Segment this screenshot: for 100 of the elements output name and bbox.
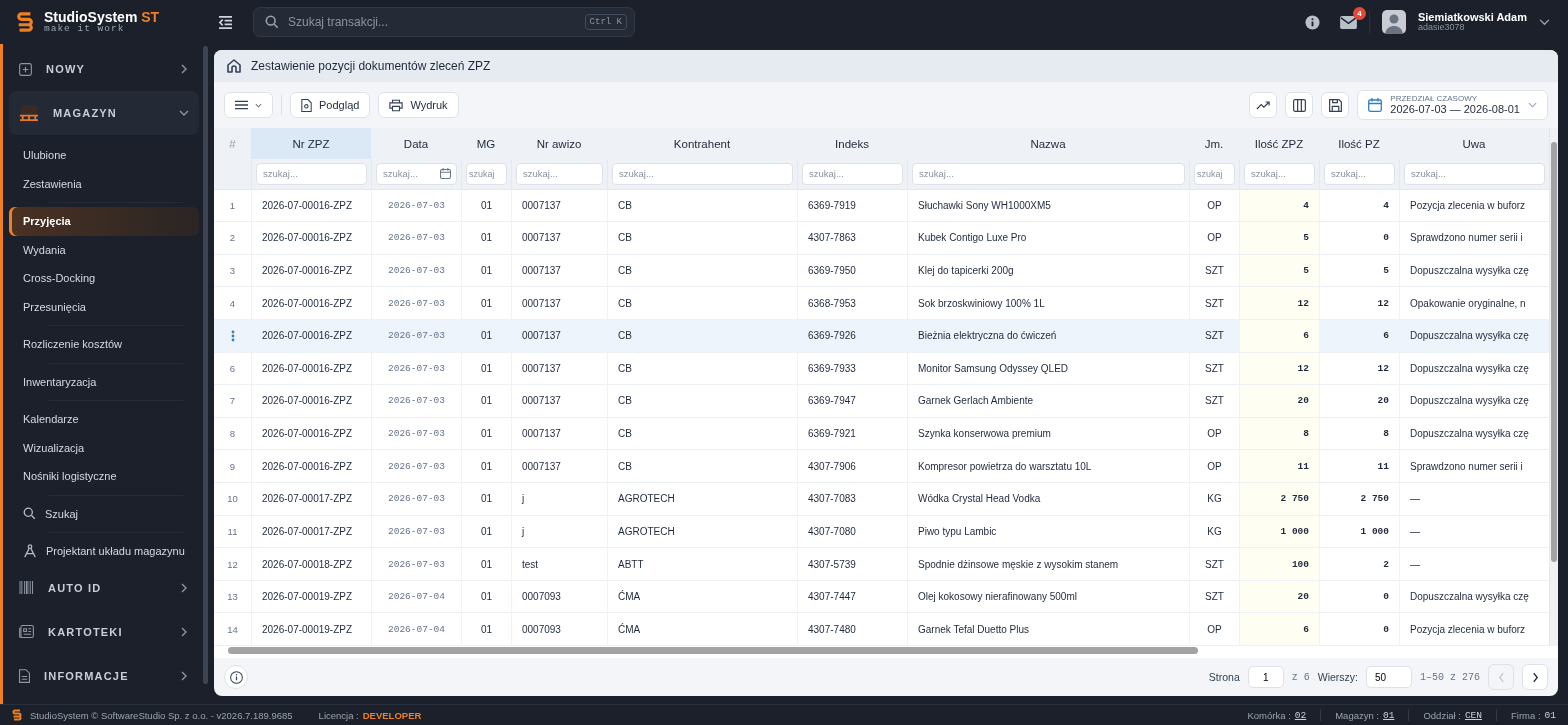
table-cell: 6369-7921 — [808, 428, 856, 440]
filter-field[interactable]: szukaj... — [256, 162, 367, 185]
table-cell: 2026-07-03 — [388, 330, 445, 342]
sidebar-scrollbar[interactable] — [203, 46, 208, 684]
sidebar-group[interactable]: INFORMACJE — [9, 653, 199, 698]
column-header[interactable]: Ilość ZPZ — [1239, 128, 1319, 160]
chevron-down-icon[interactable] — [1539, 18, 1550, 26]
filter-field[interactable]: szukaj... — [1324, 162, 1395, 185]
calendar-icon — [440, 167, 451, 179]
sidebar-item[interactable]: Przesunięcia — [9, 292, 199, 321]
table-cell: 6368-7953 — [808, 297, 856, 309]
status-value[interactable]: 01 — [1544, 709, 1556, 721]
column-header[interactable]: Nr awizo — [511, 128, 607, 160]
status-value[interactable]: 01 — [1383, 709, 1395, 721]
table-cell: Piwo typu Lambic — [918, 525, 997, 537]
table-cell: CB — [618, 362, 632, 374]
info-button[interactable] — [224, 665, 248, 689]
table-cell: 2026-07-04 — [388, 623, 445, 635]
page-field[interactable]: 1 — [1247, 666, 1284, 688]
row-number: 11 — [227, 525, 238, 537]
row-number: 10 — [227, 493, 238, 505]
sidebar-item[interactable]: Ulubione — [9, 141, 199, 170]
column-header[interactable]: Kontrahent — [607, 128, 797, 160]
table-cell: CB — [618, 460, 632, 472]
sidebar-item[interactable]: Nośniki logistyczne — [9, 462, 199, 491]
date-range-picker[interactable]: PRZEDZIAŁ CZASOWY 2026-07-03 — 2026-08-01 — [1357, 90, 1548, 120]
sidebar-group[interactable]: AUTO ID — [9, 565, 199, 610]
table-cell: 2026-07-00019-ZPZ — [262, 591, 353, 603]
table-cell: 1 000 — [1280, 525, 1309, 537]
table-cell: 1 000 — [1360, 525, 1389, 537]
status-value[interactable]: CEN — [1464, 709, 1483, 721]
row-number-header: # — [228, 136, 237, 152]
print-button[interactable]: Wydruk — [378, 92, 459, 118]
sidebar-group[interactable]: NOWY — [9, 47, 199, 91]
sidebar-item[interactable]: Wizualizacja — [9, 433, 199, 462]
sidebar-group[interactable]: KARTOTEKI — [9, 609, 199, 654]
sidebar-item[interactable]: Kalendarze — [9, 405, 199, 434]
column-header[interactable]: Indeks — [797, 128, 907, 160]
sidebar-item[interactable]: Rozliczenie kosztów — [9, 330, 199, 359]
table-cell: 0007137 — [522, 297, 561, 309]
menu-collapse-icon[interactable] — [218, 15, 233, 29]
column-header[interactable]: Jm. — [1189, 128, 1239, 160]
filter-field[interactable]: szukaj... — [912, 162, 1185, 185]
table-scrollbar[interactable] — [1549, 128, 1558, 646]
table-cell: ĆMA — [618, 623, 641, 635]
table-cell: 01 — [480, 558, 493, 570]
filter-field[interactable]: szukaj... — [516, 162, 603, 185]
table-cell: 6369-7926 — [808, 330, 856, 342]
column-header[interactable]: Uwa — [1399, 128, 1549, 160]
filter-field[interactable]: szukaj... — [376, 162, 457, 185]
sidebar-item[interactable]: Przyjęcia — [9, 207, 199, 236]
home-icon[interactable] — [226, 58, 242, 74]
table-cell: Pozycja zlecenia w buforz — [1410, 199, 1526, 211]
column-header[interactable]: Data — [371, 128, 461, 160]
table-cell: Dopuszczalna wysyłka czę — [1410, 395, 1529, 407]
horizontal-scrollbar[interactable] — [228, 647, 1198, 654]
avatar-icon[interactable] — [1381, 10, 1406, 34]
filter-field[interactable]: szukaj — [1194, 162, 1235, 185]
info-icon[interactable] — [1304, 14, 1320, 30]
column-header[interactable]: Nazwa — [907, 128, 1189, 160]
table-cell: 2026-07-00016-ZPZ — [262, 395, 353, 407]
sidebar-group[interactable]: MAGAZYN — [9, 91, 199, 135]
table-cell: 0 — [1383, 232, 1389, 244]
sidebar-item[interactable]: Zestawienia — [9, 169, 199, 198]
chart-button[interactable] — [1249, 92, 1278, 118]
status-label: Oddział : — [1423, 709, 1461, 721]
table-cell: 12 — [1377, 297, 1389, 309]
column-header[interactable]: Nr ZPZ — [251, 128, 371, 160]
more-vertical-icon[interactable] — [230, 329, 235, 342]
table-cell: 12 — [1297, 297, 1309, 309]
table-cell: 2026-07-00016-ZPZ — [262, 297, 353, 309]
next-page-button[interactable] — [1522, 664, 1548, 690]
chevron-right-icon — [1531, 671, 1539, 683]
table-cell: Wódka Crystal Head Vodka — [918, 493, 1041, 505]
mail-icon[interactable] — [1339, 15, 1357, 29]
column-header[interactable]: MG — [461, 128, 511, 160]
filter-field[interactable]: szukaj... — [1244, 162, 1315, 185]
sidebar-item[interactable]: Inwentaryzacja — [9, 367, 199, 396]
filter-field[interactable]: szukaj... — [612, 162, 793, 185]
menu-button[interactable] — [224, 92, 273, 118]
menu-icon — [235, 100, 248, 110]
table-cell: 2026-07-00016-ZPZ — [262, 428, 353, 440]
table-cell: 12 — [1297, 362, 1309, 374]
save-button[interactable] — [1321, 92, 1350, 118]
table-cell: Spodnie dżinsowe męskie z wysokim stanem — [918, 558, 1119, 570]
filter-field[interactable]: szukaj... — [1404, 162, 1545, 185]
filter-field[interactable]: szukaj — [466, 162, 507, 185]
sidebar-item[interactable]: Wydania — [9, 235, 199, 264]
column-header[interactable]: Ilość PZ — [1319, 128, 1399, 160]
table-cell: Dopuszczalna wysyłka czę — [1410, 362, 1529, 374]
filter-field[interactable]: szukaj... — [802, 162, 903, 185]
preview-button[interactable]: Podgląd — [290, 92, 371, 118]
sidebar-item[interactable]: Szukaj — [9, 499, 199, 528]
sidebar-item[interactable]: Projektant układu magazynu — [9, 537, 199, 566]
status-value[interactable]: 02 — [1294, 709, 1307, 721]
table-cell: 2026-07-00016-ZPZ — [262, 362, 353, 374]
row-number: 13 — [227, 591, 238, 603]
columns-button[interactable] — [1285, 92, 1314, 118]
rows-per-page-field[interactable]: 50 — [1366, 666, 1412, 688]
sidebar-item[interactable]: Cross-Docking — [9, 264, 199, 293]
